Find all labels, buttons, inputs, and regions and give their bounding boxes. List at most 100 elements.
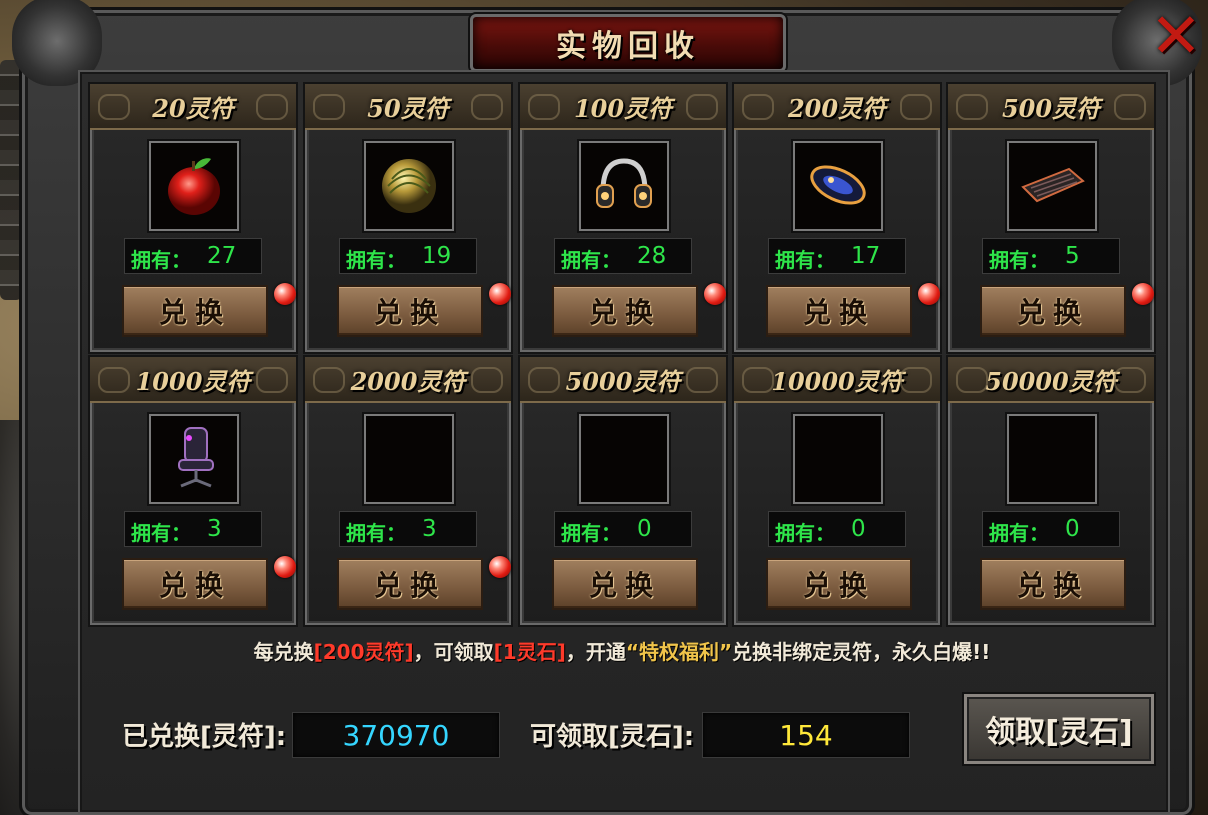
exchange-label: 兑换	[1016, 296, 1089, 329]
melon-icon	[372, 147, 446, 225]
close-button[interactable]: ✕	[1150, 5, 1202, 67]
owned-count: 拥有： 0	[982, 511, 1120, 547]
item-slot[interactable]	[579, 414, 669, 504]
exchanged-value: 370970	[342, 718, 450, 752]
card-header: 50灵符	[305, 84, 511, 130]
item-slot[interactable]	[149, 141, 239, 231]
chair-icon	[157, 420, 231, 498]
owned-label: 拥有：	[561, 521, 621, 545]
owned-count: 拥有： 27	[124, 238, 262, 274]
owned-count: 拥有： 0	[768, 511, 906, 547]
claimable-value-box: 154	[702, 712, 910, 758]
reward-card: 200灵符拥有： 17 兑换	[734, 84, 940, 352]
card-title: 2000灵符	[350, 366, 466, 396]
card-title: 10000灵符	[771, 366, 903, 396]
red-dot-icon	[274, 283, 296, 305]
card-header: 20灵符	[90, 84, 296, 130]
chain-decoration	[0, 60, 22, 300]
exchange-label: 兑换	[1016, 569, 1089, 602]
exchange-label: 兑换	[373, 296, 446, 329]
info-part: 兑换非绑定灵符，永久白爆!!	[732, 640, 991, 664]
owned-label: 拥有：	[561, 248, 621, 272]
exchange-button[interactable]: 兑换	[337, 283, 511, 337]
item-slot[interactable]	[1007, 141, 1097, 231]
reward-card: 20灵符拥有： 27 兑换	[90, 84, 296, 352]
owned-label: 拥有：	[775, 521, 835, 545]
item-slot[interactable]	[364, 414, 454, 504]
info-highlight-stone: [1灵石]	[493, 640, 566, 664]
red-dot-icon	[274, 556, 296, 578]
info-part: 每兑换	[253, 640, 314, 664]
card-title: 50000灵符	[985, 366, 1117, 396]
reward-card: 10000灵符拥有： 0 兑换	[734, 357, 940, 625]
card-title: 1000灵符	[135, 366, 251, 396]
exchange-label: 兑换	[588, 296, 661, 329]
exchange-button[interactable]: 兑换	[552, 558, 698, 610]
apple-icon	[157, 147, 231, 225]
owned-value: 19	[422, 243, 452, 269]
owned-label: 拥有：	[775, 248, 835, 272]
info-text: 每兑换[200灵符]，可领取[1灵石]，开通“特权福利”兑换非绑定灵符，永久白爆…	[84, 636, 1160, 665]
item-slot[interactable]	[793, 141, 883, 231]
exchange-label: 兑换	[158, 569, 231, 602]
exchange-button[interactable]: 兑换	[766, 558, 912, 610]
exchange-button[interactable]: 兑换	[980, 283, 1154, 337]
keyboard-icon	[1015, 147, 1089, 225]
exchange-button[interactable]: 兑换	[122, 283, 296, 337]
info-highlight-fu: [200灵符]	[313, 640, 414, 664]
exchange-label: 兑换	[588, 569, 661, 602]
red-dot-icon	[489, 283, 511, 305]
info-part: ，可领取	[413, 640, 494, 664]
owned-value: 5	[1065, 243, 1080, 269]
card-header: 500灵符	[948, 84, 1154, 130]
item-slot[interactable]	[149, 414, 239, 504]
reward-card: 500灵符拥有： 5 兑换	[948, 84, 1154, 352]
exchange-button[interactable]: 兑换	[552, 283, 726, 337]
owned-value: 3	[422, 516, 437, 542]
headphones-icon	[587, 147, 661, 225]
owned-count: 拥有： 3	[124, 511, 262, 547]
reward-card: 50000灵符拥有： 0 兑换	[948, 357, 1154, 625]
claim-stone-label: 领取[灵石]	[985, 715, 1133, 750]
item-slot[interactable]	[793, 414, 883, 504]
mouse-icon	[801, 147, 875, 225]
card-header: 10000灵符	[734, 357, 940, 403]
card-header: 200灵符	[734, 84, 940, 130]
owned-label: 拥有：	[346, 248, 406, 272]
claimable-label: 可领取[灵石]:	[530, 722, 695, 752]
exchange-button[interactable]: 兑换	[122, 556, 296, 610]
owned-count: 拥有： 19	[339, 238, 477, 274]
owned-count: 拥有： 0	[554, 511, 692, 547]
reward-card: 5000灵符拥有： 0 兑换	[520, 357, 726, 625]
exchange-button[interactable]: 兑换	[980, 558, 1126, 610]
exchange-button[interactable]: 兑换	[766, 283, 940, 337]
item-slot[interactable]	[364, 141, 454, 231]
claim-stone-button[interactable]: 领取[灵石]	[964, 694, 1154, 764]
owned-value: 28	[637, 243, 667, 269]
card-header: 5000灵符	[520, 357, 726, 403]
title-plate: 实物回收	[470, 14, 786, 72]
card-title: 50灵符	[367, 93, 449, 123]
card-header: 2000灵符	[305, 357, 511, 403]
owned-value: 17	[851, 243, 881, 269]
card-title: 500灵符	[1001, 93, 1101, 123]
exchange-button[interactable]: 兑换	[337, 556, 511, 610]
red-dot-icon	[489, 556, 511, 578]
owned-value: 27	[207, 243, 237, 269]
info-highlight-privilege: “特权福利”	[625, 640, 733, 664]
exchange-label: 兑换	[802, 569, 875, 602]
exchanged-label: 已兑换[灵符]:	[122, 722, 287, 752]
exchange-label: 兑换	[373, 569, 446, 602]
reward-card: 100灵符 拥有： 28 兑换	[520, 84, 726, 352]
red-dot-icon	[918, 283, 940, 305]
exchanged-value-box: 370970	[292, 712, 500, 758]
owned-value: 0	[637, 516, 652, 542]
owned-label: 拥有：	[131, 521, 191, 545]
red-dot-icon	[1132, 283, 1154, 305]
item-slot[interactable]	[579, 141, 669, 231]
exchange-label: 兑换	[158, 296, 231, 329]
owned-label: 拥有：	[989, 248, 1049, 272]
info-part: ，开通	[565, 640, 626, 664]
owned-value: 3	[207, 516, 222, 542]
item-slot[interactable]	[1007, 414, 1097, 504]
